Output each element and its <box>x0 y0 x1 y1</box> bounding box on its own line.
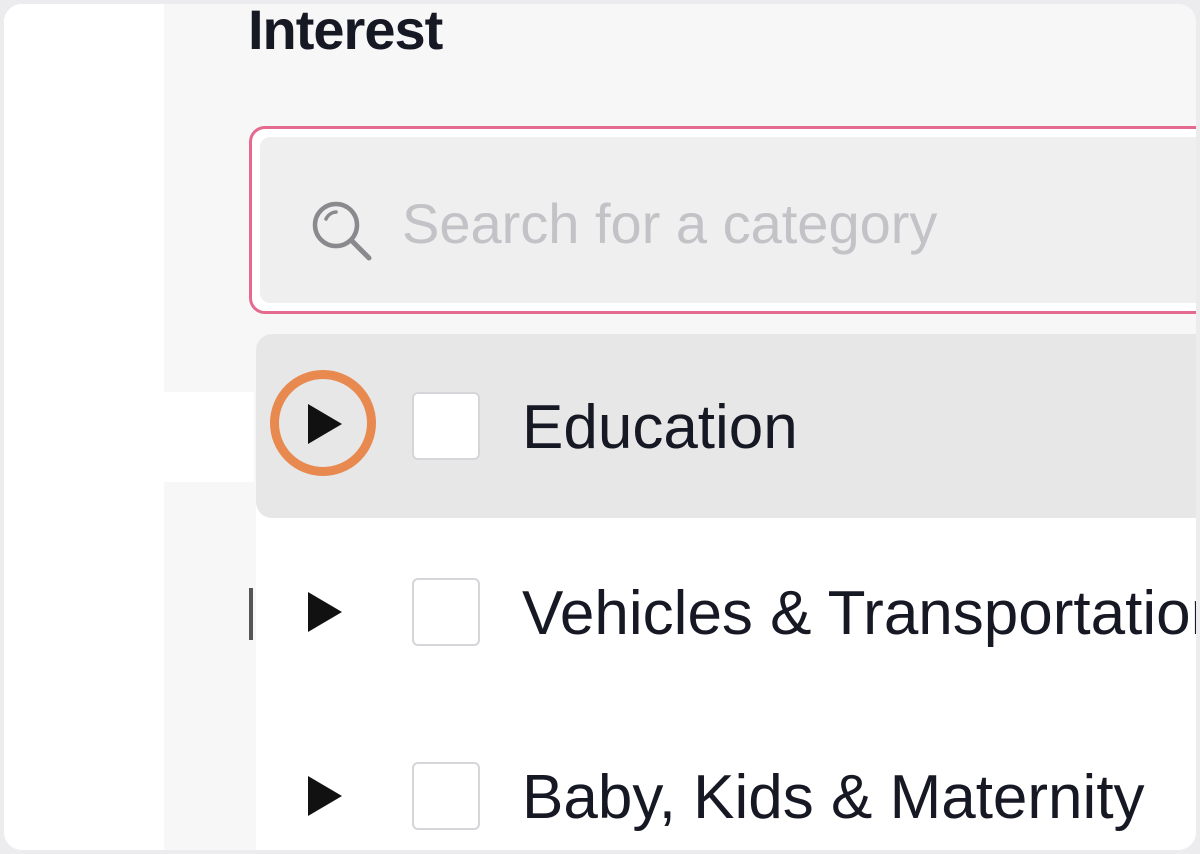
content-background-lower <box>164 482 254 850</box>
category-row-education[interactable]: Education <box>256 334 1196 518</box>
caret-right-icon[interactable] <box>308 592 342 632</box>
category-dropdown-list: Education Vehicles & Transportation Baby… <box>256 334 1196 850</box>
category-search-box[interactable] <box>249 126 1196 314</box>
section-title: Interest <box>248 4 443 61</box>
row-edge-marker <box>249 588 253 640</box>
category-label: Baby, Kids & Maternity <box>522 763 1145 832</box>
caret-right-icon[interactable] <box>308 776 342 816</box>
category-checkbox-vehicles-transportation[interactable] <box>412 578 480 646</box>
category-label: Vehicles & Transportation <box>522 579 1196 648</box>
category-checkbox-baby-kids-maternity[interactable] <box>412 762 480 830</box>
category-row-vehicles-transportation[interactable]: Vehicles & Transportation <box>256 518 1196 702</box>
category-row-baby-kids-maternity[interactable]: Baby, Kids & Maternity <box>256 702 1196 850</box>
search-icon <box>312 201 372 261</box>
screenshot-frame: Interest Education Vehicles & Transporta… <box>4 4 1196 850</box>
caret-right-icon[interactable] <box>308 404 342 444</box>
left-panel <box>4 4 164 850</box>
category-search-input[interactable] <box>402 189 1162 257</box>
content-background-notch <box>164 392 254 482</box>
category-label: Education <box>522 393 798 462</box>
category-checkbox-education[interactable] <box>412 392 480 460</box>
